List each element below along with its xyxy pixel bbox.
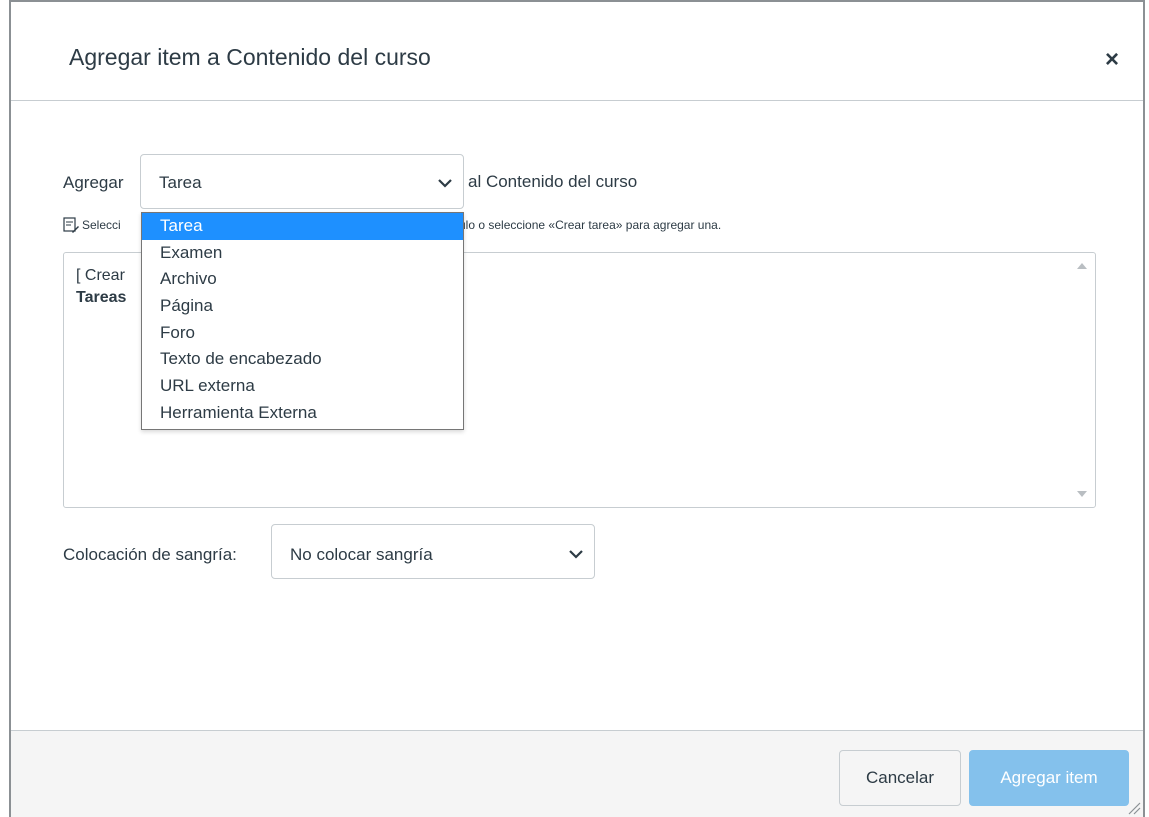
dialog-header: Agregar item a Contenido del curso × (11, 2, 1143, 101)
listbox-group-label: Tareas (76, 289, 127, 306)
dropdown-option-texto-encabezado[interactable]: Texto de encabezado (142, 346, 463, 373)
edit-note-icon (63, 217, 79, 233)
resize-grip-icon[interactable] (1127, 801, 1141, 815)
dialog-title: Agregar item a Contenido del curso (69, 44, 431, 70)
chevron-down-icon (569, 550, 583, 559)
dropdown-option-archivo[interactable]: Archivo (142, 266, 463, 293)
listbox-create-option[interactable]: [ Crear (76, 267, 125, 285)
dropdown-option-foro[interactable]: Foro (142, 320, 463, 347)
add-item-button[interactable]: Agregar item (969, 750, 1129, 806)
chevron-down-icon (438, 179, 452, 188)
cancel-button[interactable]: Cancelar (839, 750, 961, 806)
dropdown-option-url-externa[interactable]: URL externa (142, 373, 463, 400)
add-target-label: al Contenido del curso (468, 172, 638, 191)
dropdown-option-pagina[interactable]: Página (142, 293, 463, 320)
dialog-footer: Cancelar Agregar item (11, 730, 1143, 817)
hint-text-right: ulo o seleccione «Crear tarea» para agre… (459, 218, 722, 232)
dropdown-option-examen[interactable]: Examen (142, 240, 463, 267)
indent-select-value: No colocar sangría (290, 545, 433, 564)
dropdown-option-tarea[interactable]: Tarea (142, 213, 463, 240)
item-type-dropdown-list[interactable]: Tarea Examen Archivo Página Foro Texto d… (141, 212, 464, 430)
indent-label: Colocación de sangría: (63, 545, 237, 564)
add-label: Agregar (63, 173, 124, 192)
scroll-down-icon[interactable] (1077, 491, 1087, 497)
hint-text-left: Selecci (82, 218, 121, 232)
add-item-dialog: Agregar item a Contenido del curso × Agr… (9, 0, 1145, 817)
item-type-select-value: Tarea (159, 173, 202, 192)
dropdown-option-herramienta-externa[interactable]: Herramienta Externa (142, 400, 463, 427)
close-icon[interactable]: × (1105, 46, 1119, 74)
scroll-up-icon[interactable] (1077, 263, 1087, 269)
item-type-select[interactable]: Tarea (140, 154, 464, 209)
indent-select[interactable]: No colocar sangría (271, 524, 595, 579)
dialog-body: Agregar Tarea al Contenido del curso Sel… (11, 101, 1143, 731)
